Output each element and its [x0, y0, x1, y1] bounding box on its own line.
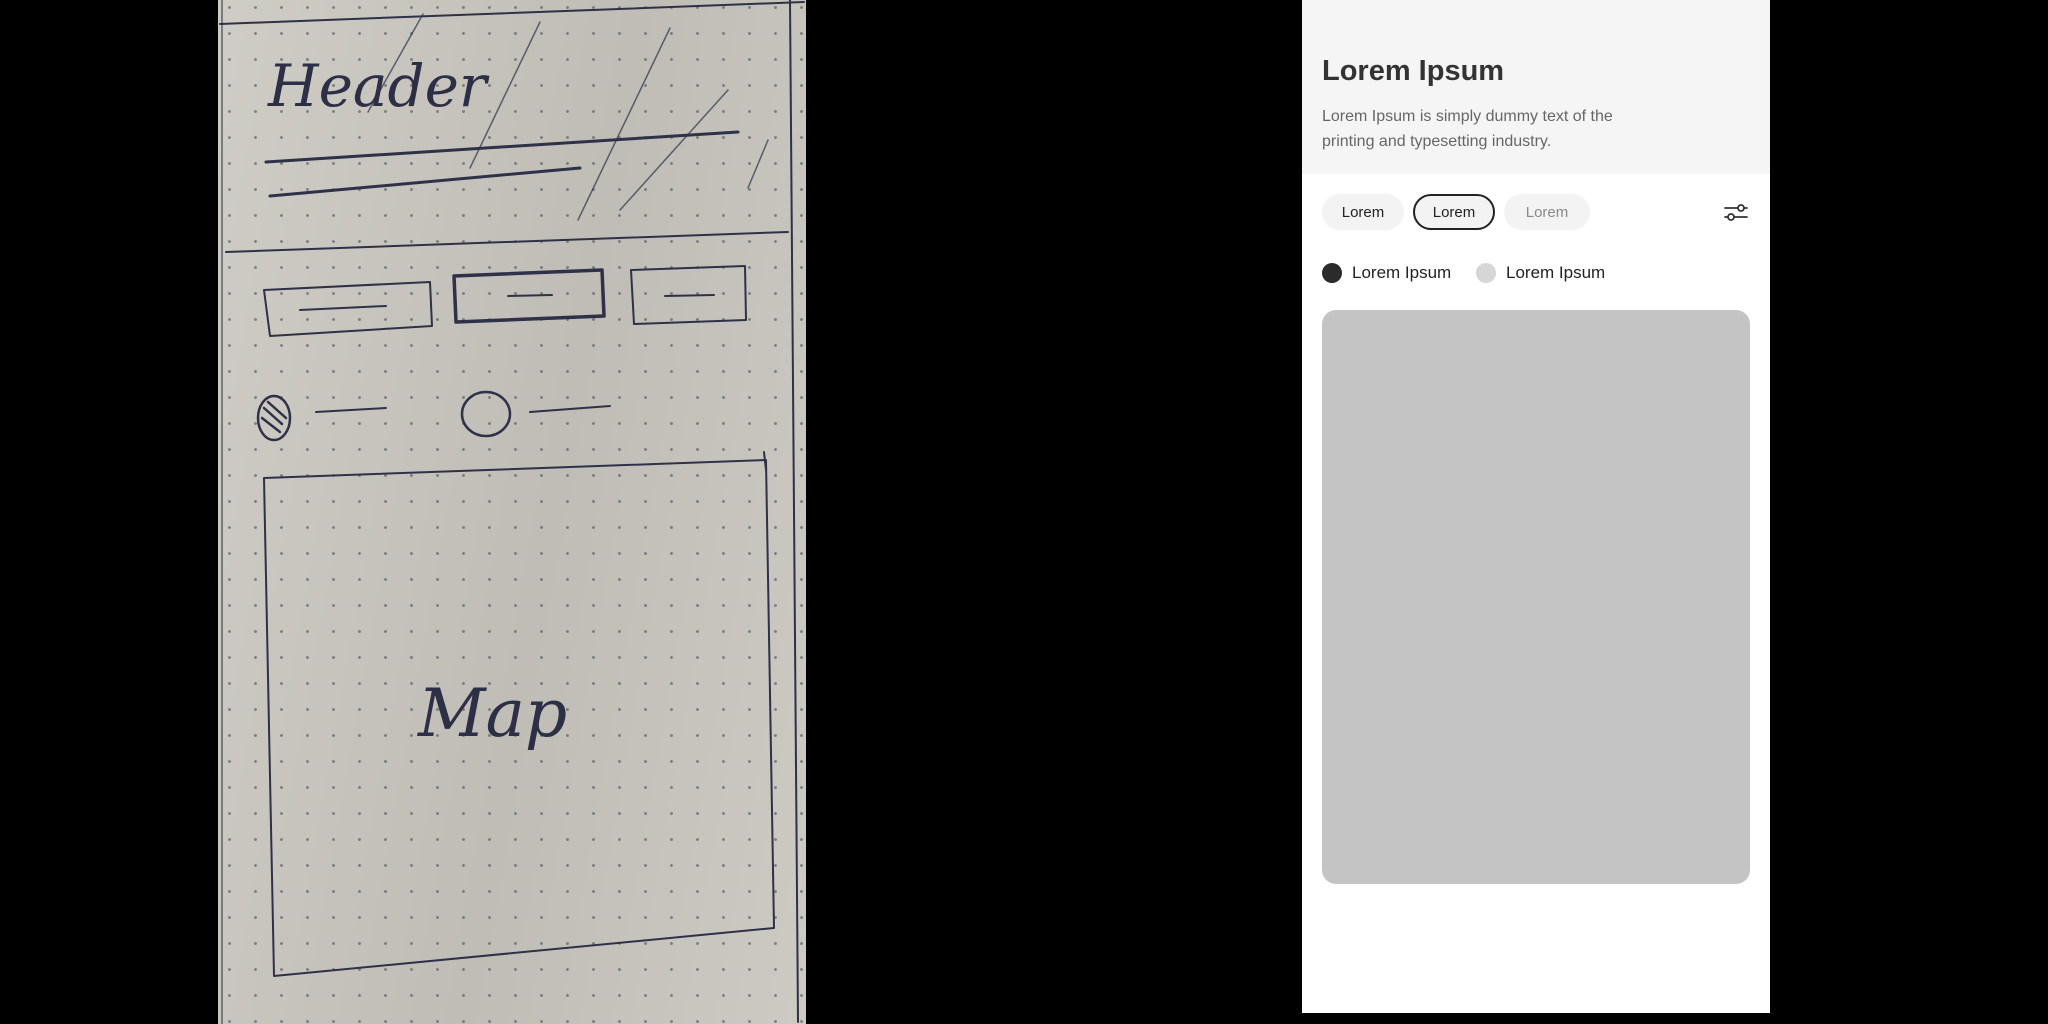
legend-label: Lorem Ipsum: [1352, 263, 1452, 282]
map-placeholder[interactable]: [1322, 310, 1750, 884]
page-description: Lorem Ipsum is simply dummy text of the …: [1322, 108, 1613, 150]
filter-chip-3[interactable]: Lorem: [1504, 194, 1590, 230]
sliders-icon: [1724, 204, 1748, 221]
sketch-header-label: Header: [267, 52, 490, 120]
filter-chip-1[interactable]: Lorem: [1322, 194, 1404, 230]
sketch-map-label: Map: [417, 675, 567, 752]
screen-header: Lorem Ipsum Lorem Ipsum is simply dummy …: [1302, 0, 1770, 174]
legend-label: Lorem Ipsum: [1506, 263, 1606, 282]
legend-item-primary[interactable]: Lorem Ipsum: [1322, 260, 1451, 286]
legend-item-secondary[interactable]: Lorem Ipsum: [1476, 260, 1605, 286]
filter-chip-2-selected[interactable]: Lorem: [1413, 194, 1495, 230]
sketch-photo: Header Map: [218, 0, 806, 1024]
sketch-drawing: Header Map: [219, 0, 805, 1024]
light-dot-icon: [1476, 263, 1496, 283]
dark-dot-icon: [1322, 263, 1342, 283]
filter-settings-button[interactable]: [1722, 198, 1750, 226]
page-title: Lorem Ipsum: [1322, 55, 1505, 87]
mobile-screen: Lorem Ipsum Lorem Ipsum is simply dummy …: [1302, 0, 1770, 1013]
